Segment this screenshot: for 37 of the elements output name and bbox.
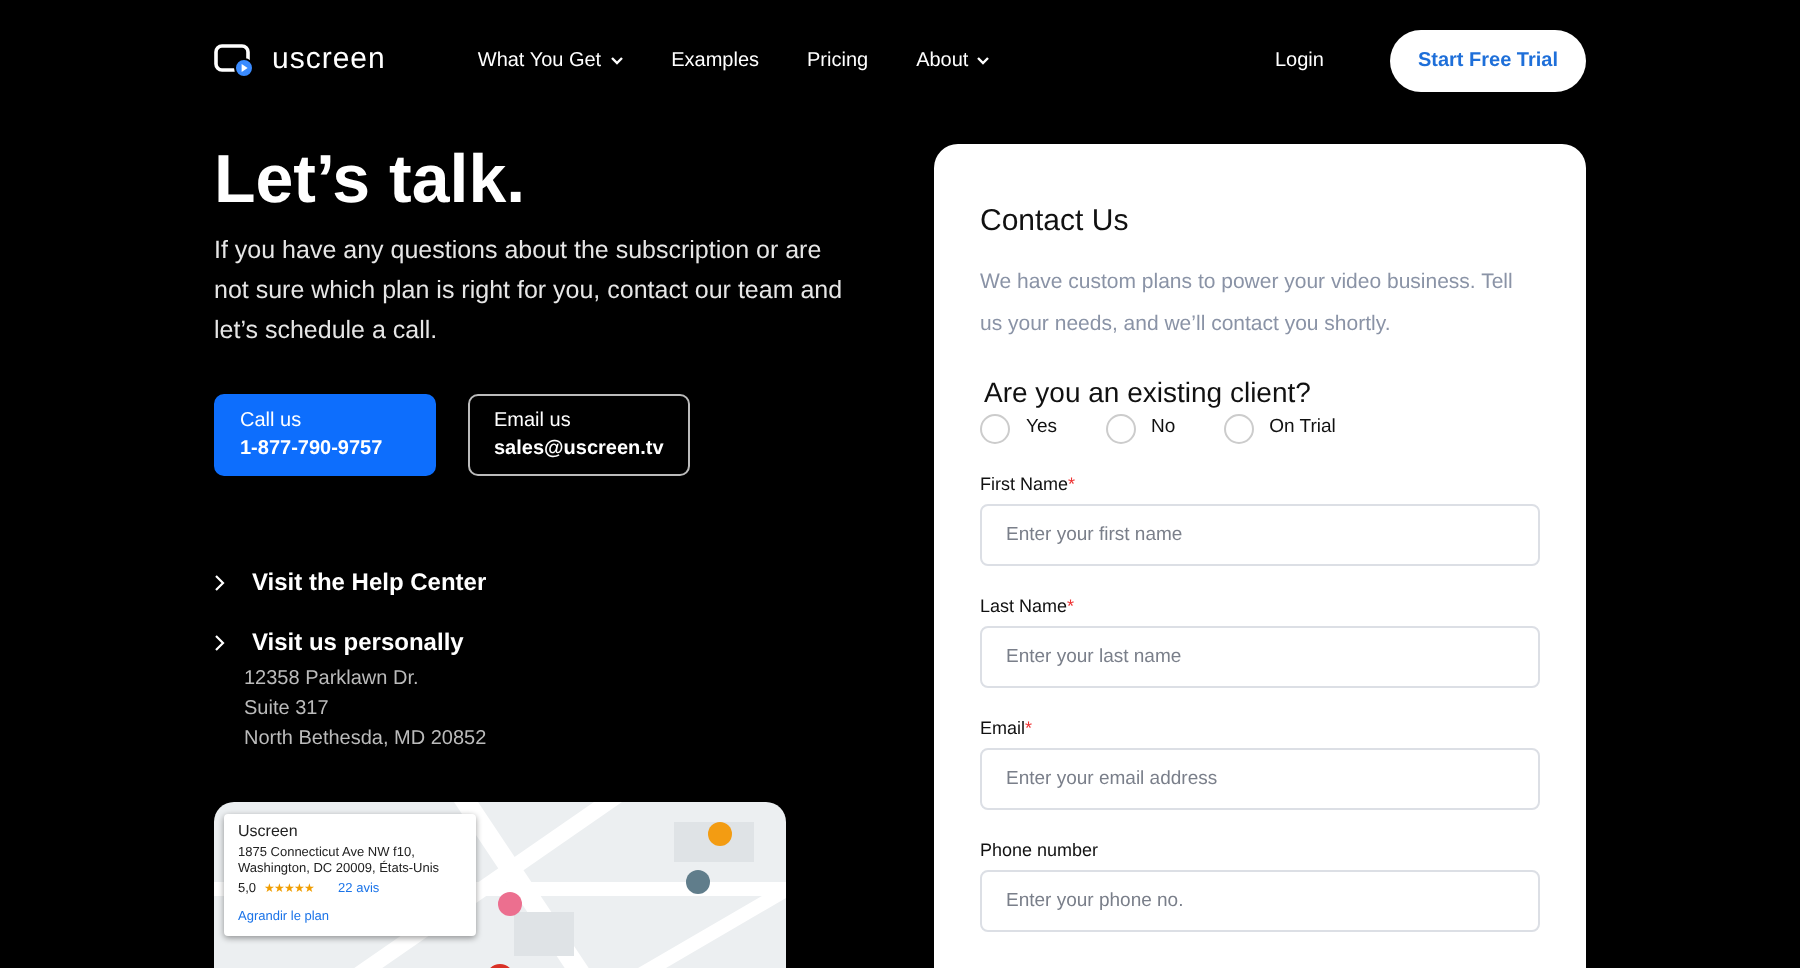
address-line: North Bethesda, MD 20852 [244,726,489,755]
address-line: 12358 Parklawn Dr. [244,666,421,695]
input-field[interactable]: Enter your email address [980,748,1540,810]
radio-button[interactable] [1223,414,1254,444]
radio-button[interactable] [1105,414,1135,444]
nav-link[interactable]: What You Get [477,45,624,75]
field-label: Email* [980,718,1035,740]
form-title: Contact Us [980,202,1131,242]
field-label: Phone number [980,840,1101,862]
chevron-right-icon [214,633,226,652]
intro-text: If you have any questions about the subscription or are not sure which plan is right for you, contact our team and let’s schedule a call. [214,234,845,349]
input-field[interactable]: Enter your phone no. [980,870,1540,932]
place-name: Uscreen [238,824,300,841]
nav-link[interactable]: Examples [671,45,759,75]
nav-link[interactable]: About [916,45,991,75]
radio-label: On Trial [1269,414,1336,443]
start-trial-button[interactable]: Start Free Trial [1389,29,1586,91]
field-label: First Name* [980,474,1078,496]
radio-button[interactable] [980,414,1010,444]
radio-label: Yes [1026,414,1057,443]
login-link[interactable]: Login [1275,45,1324,75]
input-field[interactable]: Enter your first name [980,504,1540,566]
contact-button[interactable]: Email us sales@uscreen.tv [468,394,690,477]
page-heading: Let’s talk. [214,144,528,219]
chevron-right-icon [214,573,226,592]
brand-name[interactable]: uscreen [272,37,386,83]
nav-link[interactable]: Pricing [807,45,869,75]
question-label: Are you an existing client? [982,374,1313,410]
form-intro: We have custom plans to power your video business. Tell us your needs, and we’ll contact you shortly. [980,268,1515,340]
field-label: Last Name* [980,596,1077,618]
link[interactable]: Visit us personally [252,624,464,661]
link[interactable]: Visit the Help Center [252,564,487,601]
logo-icon [214,43,256,77]
contact-button[interactable]: Call us 1-877-790-9757 [214,394,436,477]
input-field[interactable]: Enter your last name [980,626,1540,688]
address-line: Suite 317 [244,696,331,725]
radio-label: No [1151,414,1176,443]
